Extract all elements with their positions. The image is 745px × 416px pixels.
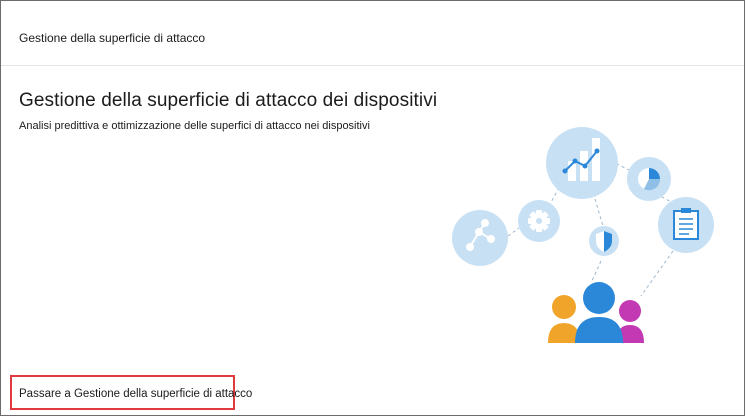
bar-line-chart-icon: [546, 127, 618, 199]
dialog-frame: Gestione della superficie di attacco Ges…: [0, 0, 745, 416]
page-subtitle: Analisi predittiva e ottimizzazione dell…: [19, 120, 370, 132]
clipboard-icon: [658, 197, 714, 253]
people-group-icon: [548, 282, 644, 343]
network-icon: [452, 210, 508, 266]
shield-icon: [589, 226, 619, 256]
header-bar: Gestione della superficie di attacco: [1, 1, 744, 66]
header-title: Gestione della superficie di attacco: [19, 31, 206, 45]
attack-surface-illustration: [452, 127, 714, 343]
gear-icon: [518, 200, 560, 242]
pie-chart-icon: [627, 157, 671, 201]
go-to-attack-surface-link[interactable]: Passare a Gestione della superficie di a…: [19, 388, 252, 400]
page-title: Gestione della superficie di attacco dei…: [19, 90, 438, 111]
